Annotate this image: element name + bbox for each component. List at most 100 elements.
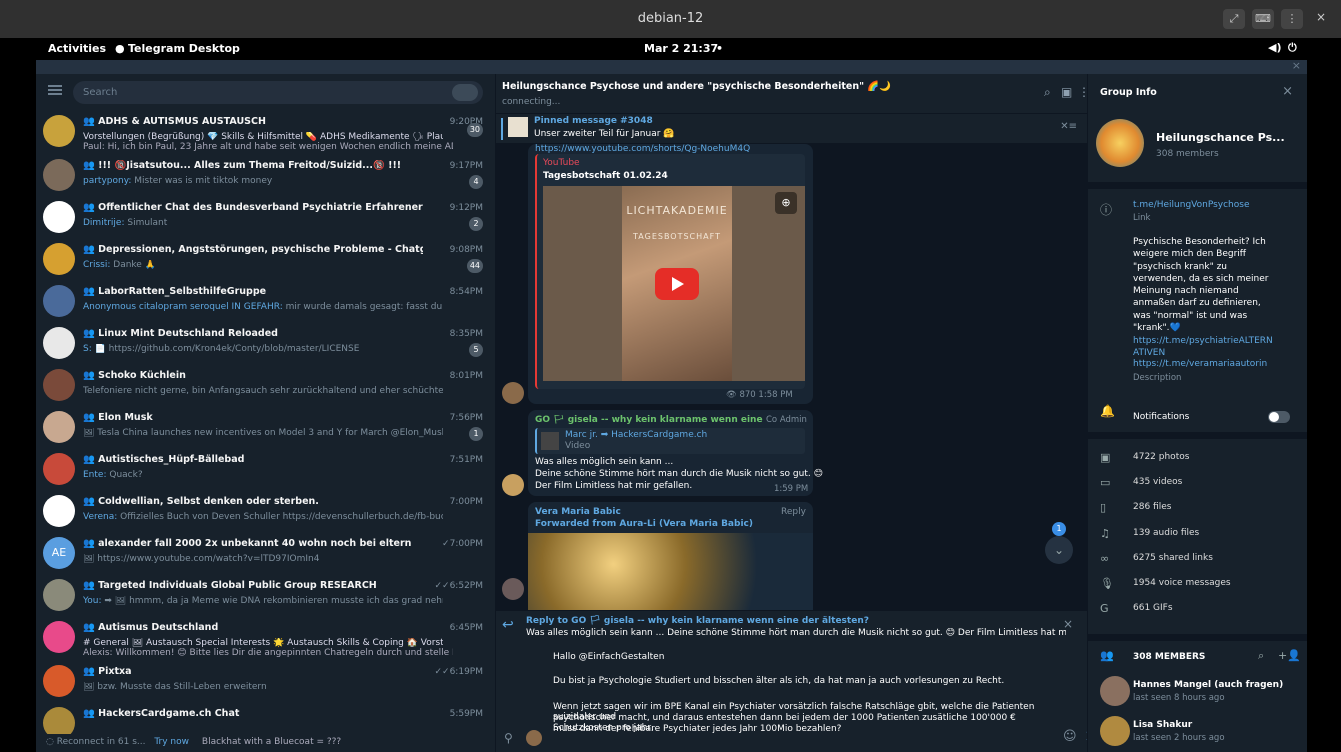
chat-list-item[interactable]: 👥 Linux Mint Deutschland Reloaded 8:35PM S…	[36, 323, 495, 365]
message-line: Was alles möglich sein kann ...	[535, 457, 674, 467]
chat-name: 👥 Autismus Deutschland	[83, 622, 219, 633]
add-member-icon[interactable]: +👤	[1278, 649, 1301, 662]
media-stat-item[interactable]: ♫ 139 audio files	[1088, 522, 1307, 547]
chat-list-item[interactable]: 👥 Öffentlicher Chat des Bundesverband Ps…	[36, 197, 495, 239]
avatar	[43, 579, 75, 611]
member-item[interactable]: Lisa Shakur last seen 2 hours ago	[1088, 712, 1307, 750]
member-count: 308 members	[1156, 149, 1219, 159]
unpin-icon[interactable]: ✕≡	[1060, 121, 1077, 132]
chat-time: 7:56PM	[449, 413, 483, 423]
chat-list-item[interactable]: 👥 Pixtxa ✓✓6:19PM 🖼 bzw. Musste das Still-…	[36, 661, 495, 703]
window-close-icon[interactable]: ×	[1292, 60, 1301, 72]
description-link[interactable]: https://t.me/psychiatrieALTERNATIVEN	[1133, 335, 1278, 359]
media-stat-item[interactable]: ∞ 6275 shared links	[1088, 547, 1307, 572]
search-icon[interactable]: ⌕	[1044, 85, 1051, 100]
avatar[interactable]	[502, 382, 524, 404]
quoted-message[interactable]: Marc jr. ➡ HackersCardgame.ch Video	[535, 428, 805, 454]
close-icon[interactable]: ×	[1316, 10, 1326, 24]
members-header: 308 MEMBERS	[1133, 652, 1206, 662]
video-thumbnail[interactable]: LICHTAKADEMIE TAGESBOTSCHAFT ⊕	[543, 186, 805, 381]
menu-icon[interactable]: ⋮	[1281, 9, 1303, 29]
conversation-header: Heilungschance Psychose und andere "psyc…	[496, 74, 1087, 114]
chat-list-item[interactable]: 👥 Autismus Deutschland 6:45PM # General 🖼 …	[36, 617, 495, 661]
preview-title: Tagesbotschaft 01.02.24	[543, 171, 668, 181]
attach-icon[interactable]: ⚲	[504, 731, 513, 745]
chat-list-item[interactable]: 👥 Targeted Individuals Global Public Gro…	[36, 575, 495, 617]
group-icon: 👥	[83, 160, 99, 171]
close-panel-icon[interactable]: ×	[1282, 84, 1293, 99]
avatar[interactable]	[502, 474, 524, 496]
chat-preview: You: ➡ 🖼 hmmm, da ja Meme wie DNA rekomb…	[83, 596, 443, 606]
media-stat-item[interactable]: ▯ 286 files	[1088, 496, 1307, 521]
chat-list-item[interactable]: 👥 LaborRatten_SelbsthilfeGruppe 8:54PM Ano…	[36, 281, 495, 323]
description-link[interactable]: https://t.me/veramariaautorin	[1133, 359, 1267, 369]
message-sender[interactable]: GO 🏳 gisela -- why kein klarname wenn ei…	[535, 415, 765, 425]
fullscreen-icon[interactable]: ⤢	[1223, 9, 1245, 29]
chat-list-item[interactable]: 👥 Coldwellian, Selbst denken oder sterbe…	[36, 491, 495, 533]
unread-badge: 1	[469, 427, 483, 441]
play-icon[interactable]	[655, 268, 699, 300]
media-stat-label: 1954 voice messages	[1133, 578, 1231, 588]
app-menu[interactable]: Telegram Desktop	[128, 42, 240, 55]
try-now-link[interactable]: Try now	[154, 737, 189, 747]
zoom-icon[interactable]: ⊕	[775, 192, 797, 214]
reply-to-label[interactable]: Reply to GO 🏳 gisela -- why kein klarnam…	[526, 616, 869, 626]
media-stat-item[interactable]: 🎙 1954 voice messages	[1088, 572, 1307, 597]
pinned-message-bar[interactable]: Pinned message #3048 Unser zweiter Teil …	[496, 114, 1087, 144]
youtube-link[interactable]: https://www.youtube.com/shorts/Qg-NoehuM…	[535, 144, 750, 154]
cancel-reply-icon[interactable]: ×	[1063, 617, 1073, 631]
clock[interactable]: Mar 2 21:37	[644, 42, 718, 55]
unread-badge: 2	[469, 217, 483, 231]
members-icon: 👥	[1100, 649, 1114, 662]
draft-line: muss dann der fehlbare Psychiater jedes …	[553, 724, 842, 734]
message-input[interactable]: Hallo @EinfachGestalten Du bist ja Psych…	[526, 641, 1046, 751]
member-search-icon[interactable]: ⌕	[1258, 649, 1264, 663]
avatar	[43, 243, 75, 275]
chat-name: 👥 Pixtxa	[83, 666, 132, 677]
emoji-icon[interactable]: ☺	[1063, 729, 1077, 744]
avatar	[43, 115, 75, 147]
power-icon[interactable]: ⏻	[1288, 41, 1297, 55]
forwarded-from[interactable]: Forwarded from Aura-Li (Vera Maria Babic…	[535, 519, 753, 529]
avatar	[43, 369, 75, 401]
account-switch-icon[interactable]	[452, 84, 478, 101]
volume-icon[interactable]: ◀)	[1268, 41, 1282, 54]
group-icon: 👥	[83, 412, 99, 423]
chat-list-item[interactable]: 👥 Elon Musk 7:56PM 🖼 Tesla China launches …	[36, 407, 495, 449]
media-stat-label: 139 audio files	[1133, 527, 1200, 538]
reply-button[interactable]: Reply	[781, 507, 806, 517]
chat-list-item[interactable]: 👥 !!! 🔞Jisatsutou... Alles zum Thema Fre…	[36, 155, 495, 197]
group-icon: 👥	[83, 328, 99, 339]
chat-list-item[interactable]: AE 👥 alexander fall 2000 2x unbekannt 40 …	[36, 533, 495, 575]
message-sender[interactable]: Vera Maria Babic	[535, 507, 621, 517]
group-link[interactable]: t.me/HeilungVonPsychose	[1133, 200, 1250, 210]
more-icon[interactable]: ⋮	[1078, 85, 1087, 99]
member-last-seen: last seen 2 hours ago	[1133, 733, 1225, 743]
message-image[interactable]	[528, 533, 813, 611]
chat-name: 👥 Schoko Küchlein	[83, 370, 186, 381]
sidebar-toggle-icon[interactable]: ▣	[1061, 85, 1072, 99]
media-stat-item[interactable]: ▣ 4722 photos	[1088, 446, 1307, 471]
media-stat-item[interactable]: ▭ 435 videos	[1088, 471, 1307, 496]
group-avatar[interactable]	[1096, 119, 1144, 167]
chat-list-item[interactable]: 👥 ADHS & AUTISMUS AUSTAUSCH 9:20PM Vorstel…	[36, 111, 495, 155]
keyboard-icon[interactable]: ⌨	[1252, 9, 1274, 29]
pinned-indicator	[501, 118, 503, 140]
scroll-down-icon[interactable]: ⌄	[1045, 536, 1073, 564]
group-icon: 👥	[83, 286, 99, 297]
hamburger-menu-icon[interactable]	[48, 85, 62, 87]
chat-time: 6:45PM	[449, 623, 483, 633]
reconnect-spinner-icon: ◌	[46, 737, 57, 747]
member-item[interactable]: Hannes Mangel (auch fragen) last seen 8 h…	[1088, 672, 1307, 710]
chat-list-item[interactable]: 👥 Schoko Küchlein 8:01PM Telefoniere nicht…	[36, 365, 495, 407]
chat-list-item[interactable]: 👥 Depressionen, Angststörungen, psychisc…	[36, 239, 495, 281]
avatar[interactable]	[502, 578, 524, 600]
connection-status: ◌ Reconnect in 61 s... Try now Blackhat …	[36, 734, 495, 752]
chat-list-item[interactable]: 👥 Autistisches_Hüpf-Bällebad 7:51PM Ente: …	[36, 449, 495, 491]
media-stat-item[interactable]: G 661 GIFs	[1088, 597, 1307, 622]
activities-button[interactable]: Activities	[48, 42, 106, 55]
notifications-toggle[interactable]	[1268, 411, 1290, 423]
search-input[interactable]: Search	[73, 81, 483, 104]
conversation-title[interactable]: Heilungschance Psychose und andere "psyc…	[502, 81, 891, 92]
chat-name: 👥 alexander fall 2000 2x unbekannt 40 wo…	[83, 538, 412, 549]
